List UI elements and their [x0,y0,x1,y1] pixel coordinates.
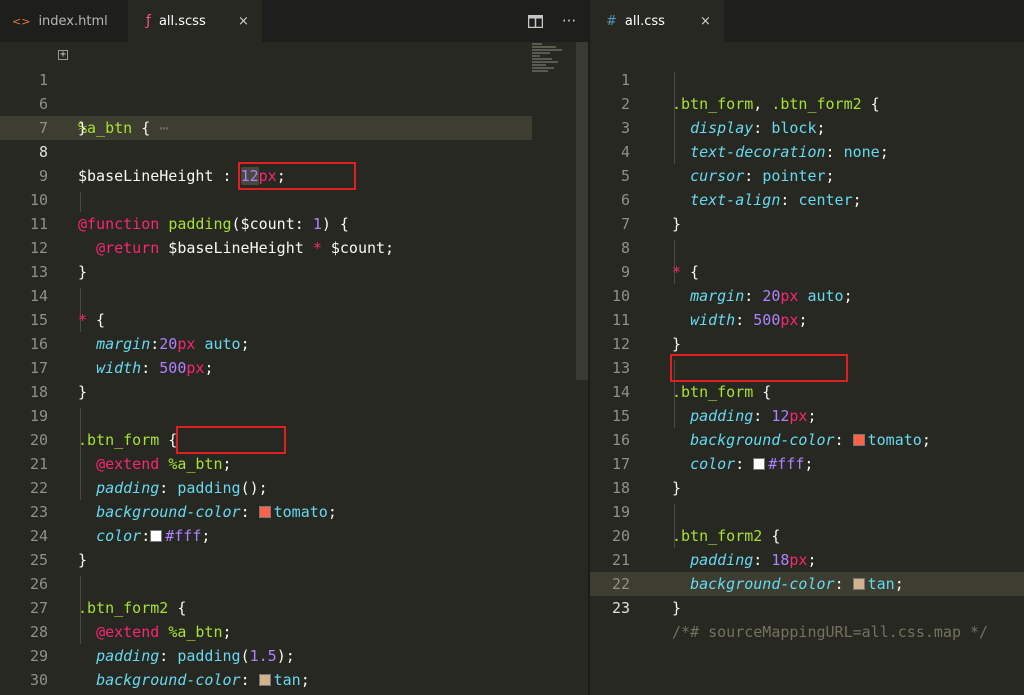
editor-window: <> index.html ƒ all.scss × ··· 1 + %a_bt [0,0,1024,695]
css-file-icon: # [606,13,617,29]
code-line: 10 width: 500px; [590,260,1024,329]
tab-index-html[interactable]: <> index.html [0,0,128,42]
code-line: 12 [590,308,1024,353]
more-actions-button[interactable]: ··· [558,0,580,42]
code-line: 26 .btn_form2 { [0,548,588,617]
code-line: 20 @extend %a_btn; [0,404,588,473]
code-line: 16 width: 500px; [0,308,588,377]
code-line: 31 [0,668,588,692]
code-line: 17 } [0,332,588,401]
tab-label: index.html [38,13,108,29]
code-text: /*# sourceMappingURL=all.css.map */ [672,623,989,641]
code-line: 1 .btn_form, .btn_form2 { [590,44,1024,113]
tab-all-css[interactable]: # all.css × [590,0,724,42]
split-editor-icon[interactable] [524,0,546,42]
code-line: 28 padding: padding(1.5); [0,596,588,665]
code-line: 27 @extend %a_btn; [0,572,588,641]
code-line: 15 background-color: tomato; [590,380,1024,449]
code-line: 18 [0,356,588,401]
code-line: 2 display: block; [590,68,1024,137]
code-line: 9 margin: 20px auto; [590,236,1024,305]
scss-code-editor[interactable]: 1 + %a_btn { ⋯ 6 } 7 8 $baseLineHeight :… [0,42,588,695]
code-line: 15 margin:20px auto; [0,284,588,353]
tab-label: all.css [624,13,665,29]
code-line: 22 background-color: tomato; [0,452,588,521]
code-line: 22 } [590,548,1024,617]
code-line: 4 cursor: pointer; [590,116,1024,185]
code-line: 18 [590,452,1024,497]
close-icon[interactable]: × [238,14,249,29]
code-line: 12 } [0,212,588,281]
code-line: 11 @return $baseLineHeight * $count; [0,188,588,257]
code-line: 8 $baseLineHeight : 12px; [0,116,588,185]
line-number: 23 [611,599,630,617]
code-line: 19 .btn_form { [0,380,588,449]
code-line: 14 * { [0,260,588,329]
code-line: 7 [590,188,1024,233]
left-editor-pane: <> index.html ƒ all.scss × ··· 1 + %a_bt [0,0,588,695]
code-line: 21 padding: padding(); [0,428,588,497]
code-text: } [672,599,682,617]
code-line: 11 } [590,284,1024,353]
code-line: 5 text-align: center; [590,140,1024,209]
code-line: 20 padding: 18px; [590,500,1024,569]
scrollbar-thumb[interactable] [576,42,588,380]
annotation-box-padding-12px [670,354,848,382]
code-line: 16 color: #fff; [590,404,1024,473]
code-line: 19 .btn_form2 { [590,476,1024,545]
minimap[interactable] [532,42,572,102]
split-editor-icon [527,14,543,28]
tab-label: all.scss [158,13,206,29]
code-line: 30 } [0,644,588,689]
right-editor-pane: # all.css × 1 .btn_form, .btn_form2 { 2 … [590,0,1024,695]
code-line: 24 } [0,500,588,569]
fold-expand-icon[interactable]: + [58,50,68,60]
code-line: 29 background-color: tan; [0,620,588,689]
code-line: 8 * { [590,212,1024,281]
left-tab-bar: <> index.html ƒ all.scss × ··· [0,0,588,42]
code-line: 7 [0,92,588,137]
annotation-box-count-param [238,162,356,190]
close-icon[interactable]: × [700,14,711,29]
code-line: 23 /*# sourceMappingURL=all.css.map */ [590,572,1024,641]
code-line: 6 } [0,68,588,137]
code-line: 21 background-color: tan; [590,524,1024,593]
code-line: 13 .btn_form { [590,332,1024,401]
code-line: 9 [0,140,588,185]
sass-file-icon: ƒ [146,13,151,29]
code-line: 25 [0,524,588,569]
code-line: 3 text-decoration: none; [590,92,1024,161]
code-line: 23 color: #fff; [0,476,588,545]
annotation-box-padding-call [176,426,286,454]
css-code-editor[interactable]: 1 .btn_form, .btn_form2 { 2 display: blo… [590,42,1024,695]
code-line: 6 } [590,164,1024,233]
right-tab-bar: # all.css × [590,0,1024,42]
html-file-icon: <> [12,14,31,28]
vertical-scrollbar[interactable] [574,42,588,695]
code-line: 1 + %a_btn { ⋯ [0,44,588,138]
code-line: 17 } [590,428,1024,497]
code-line: 13 [0,236,588,281]
tab-all-scss[interactable]: ƒ all.scss × [128,0,262,42]
